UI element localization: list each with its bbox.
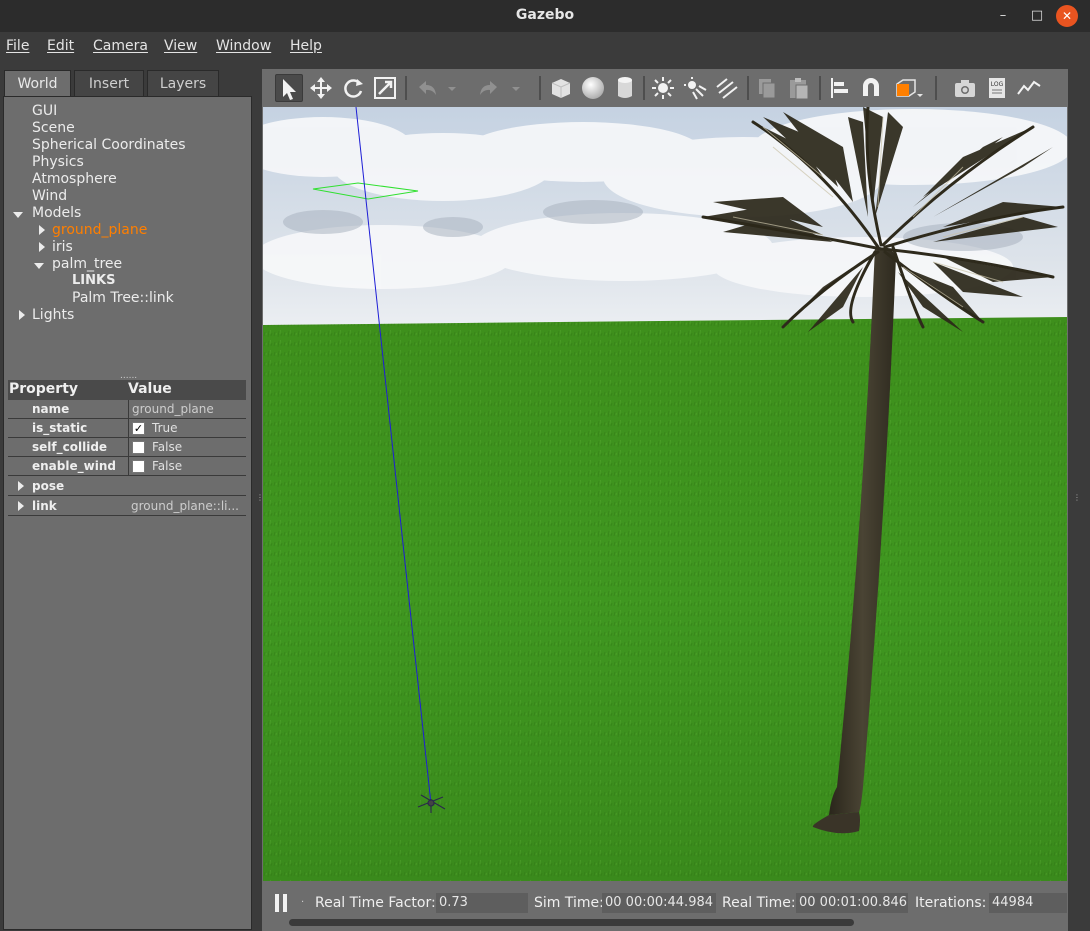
iterations-value: 44984 [989,893,1067,913]
rotate-icon[interactable] [339,74,367,102]
screenshot-icon[interactable] [951,74,979,102]
expand-link-icon[interactable] [18,501,24,511]
pause-icon[interactable] [275,894,289,912]
svg-text:LOG: LOG [991,81,1004,88]
scale-icon[interactable] [371,74,399,102]
property-row-name[interactable]: name ground_plane [8,400,246,419]
step-indicator: . [301,894,305,905]
title-bar: Gazebo – □ ✕ [0,0,1090,32]
menu-bar: File Edit Camera View Window Help [0,32,1090,62]
directional-light-icon[interactable] [713,74,741,102]
tree-item-atmosphere[interactable]: Atmosphere [32,171,117,187]
is-static-checkbox[interactable]: ✓ [132,422,145,435]
translate-icon[interactable] [307,74,335,102]
tree-item-iris[interactable]: iris [52,239,73,255]
property-table-header: Property Value [8,380,246,400]
menu-file[interactable]: File [6,38,29,54]
undo-dropdown-icon[interactable] [445,74,459,102]
close-button[interactable]: ✕ [1056,5,1078,27]
redo-icon[interactable] [475,74,503,102]
property-value: ground_plane [132,402,214,416]
point-light-icon[interactable] [649,74,677,102]
toolbar: LOG [263,70,1067,107]
undo-icon[interactable] [413,74,441,102]
sphere-icon[interactable] [579,74,607,102]
menu-view[interactable]: View [164,38,197,54]
menu-window[interactable]: Window [216,38,271,54]
align-icon[interactable] [825,74,853,102]
expand-pose-icon[interactable] [18,481,24,491]
expand-palm-tree-icon[interactable] [34,263,44,269]
status-bar: . Real Time Factor: 0.73 Sim Time: 00 00… [263,882,1067,930]
real-time-value: 00 00:01:00.846 [796,893,908,913]
enable-wind-checkbox[interactable] [132,460,145,473]
property-value: True [152,421,178,435]
property-section-pose[interactable]: pose [8,477,246,496]
tree-item-ground-plane[interactable]: ground_plane [52,222,147,238]
gazebo-window: Gazebo – □ ✕ File Edit Camera View Windo… [0,0,1090,931]
log-icon[interactable]: LOG [983,74,1011,102]
tree-item-palm-tree[interactable]: palm_tree [52,256,122,272]
property-row-enable-wind[interactable]: enable_wind False [8,457,246,476]
tree-item-palm-tree-link[interactable]: Palm Tree::link [72,290,174,306]
property-value: False [152,440,183,454]
property-row-self-collide[interactable]: self_collide False [8,438,246,457]
tree-item-scene[interactable]: Scene [32,120,75,136]
select-arrow-icon[interactable] [275,74,303,102]
property-section-link[interactable]: link ground_plane::li... [8,497,246,516]
copy-icon[interactable] [753,74,781,102]
spot-light-icon[interactable] [681,74,709,102]
property-key: self_collide [32,440,108,454]
sim-time-label: Sim Time: [534,895,604,911]
property-value: False [152,459,183,473]
tree-item-spherical-coordinates[interactable]: Spherical Coordinates [32,137,186,153]
snap-icon[interactable] [857,74,885,102]
property-key: is_static [32,421,88,435]
menu-edit[interactable]: Edit [47,38,74,54]
maximize-button[interactable]: □ [1027,6,1047,26]
iterations-label: Iterations: [915,895,987,911]
property-key: pose [32,479,65,493]
property-key: enable_wind [32,459,116,473]
menu-camera[interactable]: Camera [93,38,148,54]
view-angle-icon[interactable] [891,74,925,102]
tree-item-models[interactable]: Models [32,205,81,221]
sim-time-value: 00 00:00:44.984 [602,893,716,913]
expand-iris-icon[interactable] [39,242,45,252]
header-property: Property [9,381,79,397]
minimize-button[interactable]: – [993,6,1013,26]
plot-icon[interactable] [1015,74,1043,102]
box-icon[interactable] [547,74,575,102]
horizontal-scrollbar[interactable] [289,919,854,926]
tree-item-wind[interactable]: Wind [32,188,67,204]
expand-ground-plane-icon[interactable] [39,225,45,235]
tree-item-physics[interactable]: Physics [32,154,84,170]
paste-icon[interactable] [785,74,813,102]
property-row-is-static[interactable]: is_static ✓ True [8,419,246,438]
property-key: link [32,499,57,513]
tab-world[interactable]: World [4,70,71,98]
menu-help[interactable]: Help [290,38,322,54]
property-key: name [32,402,70,416]
tree-item-links: LINKS [72,273,116,288]
real-time-label: Real Time: [722,895,796,911]
tab-insert[interactable]: Insert [74,70,144,98]
expand-lights-icon[interactable] [19,310,25,320]
tree-item-gui[interactable]: GUI [32,103,57,119]
window-title: Gazebo [515,7,575,23]
3d-viewport[interactable] [263,107,1067,881]
tree-item-lights[interactable]: Lights [32,307,74,323]
redo-dropdown-icon[interactable] [509,74,523,102]
right-panel-grip[interactable]: ⋮ [1073,493,1081,513]
left-panel-grip[interactable]: ⋮ [256,493,264,513]
cylinder-icon[interactable] [611,74,639,102]
expand-models-icon[interactable] [13,212,23,218]
header-value: Value [128,381,172,397]
rtf-value: 0.73 [436,893,528,913]
tab-layers[interactable]: Layers [147,70,219,98]
self-collide-checkbox[interactable] [132,441,145,454]
property-value: ground_plane::li... [131,499,239,513]
rtf-label: Real Time Factor: [315,895,436,911]
